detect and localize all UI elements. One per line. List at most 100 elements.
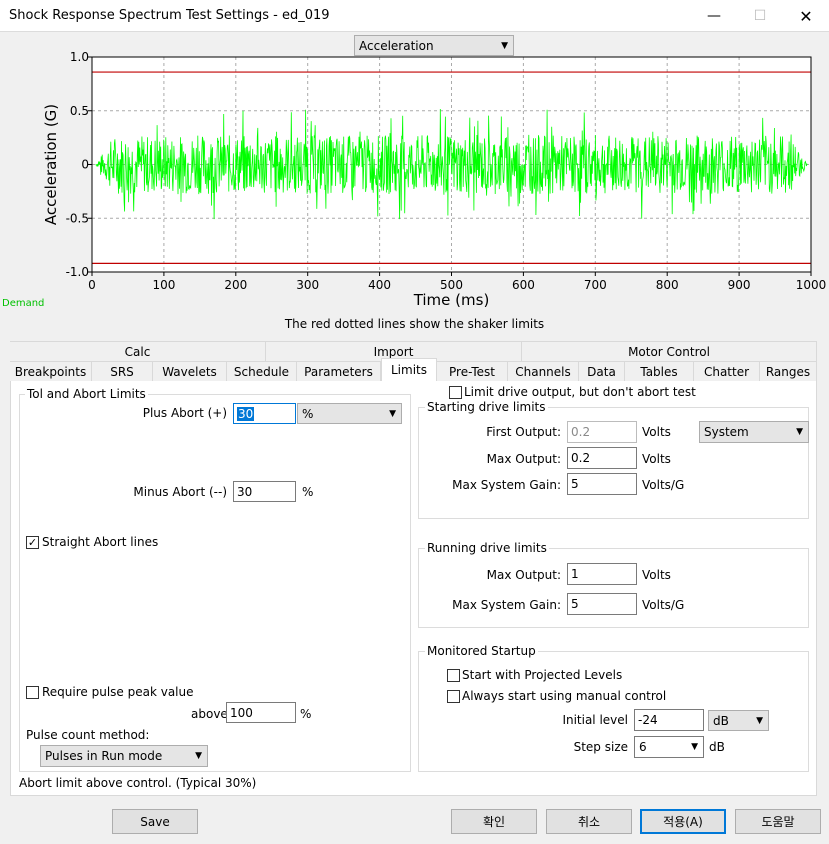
tab-chatter[interactable]: Chatter	[694, 361, 760, 381]
chevron-down-icon: ▼	[691, 742, 698, 752]
step-size-label: Step size	[573, 740, 628, 754]
close-button[interactable]: ✕	[783, 0, 829, 32]
plus-abort-label: Plus Abort (+)	[142, 406, 227, 420]
pulse-method-select[interactable]: Pulses in Run mode ▼	[40, 745, 208, 767]
initial-level-input[interactable]: -24	[634, 709, 704, 731]
y-tick-label: -1.0	[66, 265, 89, 279]
x-tick-label: 600	[512, 278, 535, 292]
help-button[interactable]: 도움말	[735, 809, 821, 834]
tab-pre-test[interactable]: Pre-Test	[437, 361, 508, 381]
ok-button[interactable]: 확인	[451, 809, 537, 834]
limit-drive-label: Limit drive output, but don't abort test	[464, 385, 696, 399]
straight-abort-checkbox[interactable]: ✓	[26, 536, 39, 549]
acceleration-chart: 0 100 200 300 400 500 600 700 800 900 10001.00.50-…	[42, 50, 827, 309]
first-output-unit: Volts	[642, 425, 671, 439]
plus-abort-input[interactable]: 30	[233, 403, 296, 424]
initial-level-label: Initial level	[562, 713, 628, 727]
running-max-gain-label: Max System Gain:	[452, 598, 561, 612]
demand-label: Demand	[2, 298, 45, 309]
max-output-input[interactable]: 0.2	[567, 447, 637, 469]
tab-tables[interactable]: Tables	[625, 361, 694, 381]
require-pulse-checkbox[interactable]	[26, 686, 39, 699]
tab-limits[interactable]: Limits	[381, 358, 437, 381]
tab-schedule[interactable]: Schedule	[227, 361, 297, 381]
x-tick-label: 800	[656, 278, 679, 292]
minus-abort-label: Minus Abort (--)	[133, 485, 227, 499]
x-tick-label: 0	[88, 278, 96, 292]
max-gain-input[interactable]: 5	[567, 473, 637, 495]
running-drive-title: Running drive limits	[425, 541, 549, 555]
minus-abort-unit: %	[302, 485, 314, 499]
manual-control-checkbox[interactable]	[447, 690, 460, 703]
max-gain-unit: Volts/G	[642, 478, 685, 492]
max-gain-label: Max System Gain:	[452, 478, 561, 492]
tab-calc[interactable]: Calc	[10, 341, 266, 361]
max-output-unit: Volts	[642, 452, 671, 466]
x-tick-label: 500	[440, 278, 463, 292]
minimize-icon: —	[707, 8, 721, 24]
running-max-gain-input[interactable]: 5	[567, 593, 637, 615]
tab-breakpoints[interactable]: Breakpoints	[10, 361, 92, 381]
chevron-down-icon: ▼	[756, 715, 763, 726]
tab-channels[interactable]: Channels	[508, 361, 579, 381]
monitored-startup-title: Monitored Startup	[425, 644, 538, 658]
apply-button[interactable]: 적용(A)	[640, 809, 726, 834]
running-max-gain-unit: Volts/G	[642, 598, 685, 612]
chevron-down-icon: ▼	[195, 751, 202, 761]
tab-data[interactable]: Data	[579, 361, 625, 381]
starting-drive-title: Starting drive limits	[425, 400, 548, 414]
title-bar: Shock Response Spectrum Test Settings - …	[0, 0, 829, 32]
y-axis-label: Acceleration (G)	[42, 104, 60, 225]
tab-ranges[interactable]: Ranges	[760, 361, 817, 381]
above-unit: %	[300, 707, 312, 721]
require-pulse-label: Require pulse peak value	[42, 685, 194, 699]
plus-abort-unit-select[interactable]: % ▼	[297, 403, 402, 424]
pulse-method-label: Pulse count method:	[26, 728, 150, 742]
straight-abort-label: Straight Abort lines	[42, 535, 159, 549]
tab-wavelets[interactable]: Wavelets	[153, 361, 227, 381]
manual-control-label: Always start using manual control	[462, 689, 667, 703]
check-icon: ✓	[27, 536, 38, 549]
cancel-button[interactable]: 취소	[546, 809, 632, 834]
x-tick-label: 700	[584, 278, 607, 292]
maximize-button: ☐	[737, 0, 783, 32]
projected-levels-label: Start with Projected Levels	[462, 668, 623, 682]
first-output-mode-select[interactable]: System ▼	[699, 421, 809, 443]
window-title: Shock Response Spectrum Test Settings - …	[9, 8, 330, 23]
maximize-icon: ☐	[753, 8, 767, 24]
step-size-select[interactable]: 6 ▼	[634, 736, 704, 758]
above-input[interactable]: 100	[226, 702, 296, 723]
step-size-unit: dB	[709, 740, 725, 754]
close-icon: ✕	[799, 6, 813, 26]
running-max-output-label: Max Output:	[486, 568, 561, 582]
x-tick-label: 1000	[796, 278, 827, 292]
save-button[interactable]: Save	[112, 809, 198, 834]
tab-srs[interactable]: SRS	[92, 361, 153, 381]
tol-abort-title: Tol and Abort Limits	[25, 387, 148, 401]
above-label: above	[191, 707, 228, 721]
limit-drive-checkbox[interactable]	[449, 386, 462, 399]
y-tick-label: 1.0	[70, 50, 89, 64]
chevron-down-icon: ▼	[389, 408, 396, 419]
initial-level-unit-select[interactable]: dB ▼	[708, 710, 769, 731]
tab-motor-control[interactable]: Motor Control	[522, 341, 817, 361]
running-max-output-input[interactable]: 1	[567, 563, 637, 585]
y-tick-label: 0	[81, 158, 89, 172]
projected-levels-checkbox[interactable]	[447, 669, 460, 682]
chart-note: The red dotted lines show the shaker lim…	[284, 317, 545, 331]
x-tick-label: 300	[296, 278, 319, 292]
first-output-label: First Output:	[486, 425, 561, 439]
y-tick-label: 0.5	[70, 104, 89, 118]
first-output-input[interactable]: 0.2	[567, 421, 637, 443]
running-drive-group	[418, 548, 809, 628]
minimize-button[interactable]: —	[691, 0, 737, 32]
x-tick-label: 100	[152, 278, 175, 292]
y-tick-label: -0.5	[66, 211, 89, 225]
x-tick-label: 400	[368, 278, 391, 292]
tab-parameters[interactable]: Parameters	[297, 361, 381, 381]
running-max-output-unit: Volts	[642, 568, 671, 582]
x-axis-label: Time (ms)	[413, 291, 490, 309]
minus-abort-input[interactable]: 30	[233, 481, 296, 502]
chevron-down-icon: ▼	[796, 427, 803, 437]
status-text: Abort limit above control. (Typical 30%)	[19, 776, 257, 790]
